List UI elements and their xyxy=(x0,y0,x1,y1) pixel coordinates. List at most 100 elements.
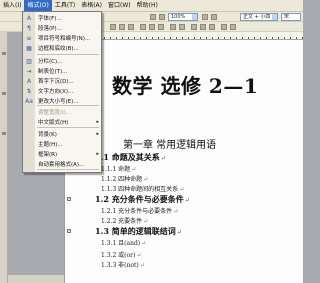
chevron-down-icon[interactable] xyxy=(272,14,277,20)
format-menu-item-label: 背景(K) xyxy=(38,132,57,138)
text-direction-icon: ⇅ xyxy=(26,87,32,95)
format-menu-item[interactable]: ≡ 项目符号和编号(N)... xyxy=(24,33,101,43)
toolbar-button[interactable] xyxy=(158,24,164,30)
toolbar-button[interactable] xyxy=(191,24,197,30)
borders-icon: ▦ xyxy=(26,44,32,52)
format-menu-item-label: 段落(P)... xyxy=(38,26,62,32)
font-value: 宋 xyxy=(284,14,290,20)
ruler-tick xyxy=(260,37,261,39)
toolbar-button[interactable] xyxy=(110,24,116,30)
format-menu-item-label: 文字方向(X)... xyxy=(38,89,74,95)
chevron-down-icon[interactable] xyxy=(192,14,197,20)
ruler-tick xyxy=(140,37,141,39)
menu-item[interactable]: 工具(T) xyxy=(52,0,78,12)
format-menu-item[interactable]: ⇥ 制表位(T)... xyxy=(24,66,101,76)
tabs-icon: ⇥ xyxy=(26,67,32,75)
menu-item[interactable]: 插入(I) xyxy=(0,0,24,12)
heading-text: 1.1 命题及其关系 xyxy=(95,152,160,162)
format-menu-item-label: 更改大小写(E)... xyxy=(38,99,79,105)
paragraph-mark-icon: ↵ xyxy=(184,197,190,204)
strip-marker xyxy=(2,132,6,135)
ruler-tick xyxy=(218,37,219,39)
ruler-tick xyxy=(200,37,201,39)
format-menu-item[interactable]: 自动套用格式(A)... xyxy=(24,159,101,169)
ruler-tick xyxy=(254,37,255,39)
toolbar-button[interactable] xyxy=(149,24,155,30)
chapter-heading: 第一章 常用逻辑用语 xyxy=(123,140,217,151)
ruler-tick xyxy=(146,37,147,39)
zoom-combo[interactable]: 100% xyxy=(168,13,198,21)
menu-item[interactable]: 表格(A) xyxy=(78,0,105,12)
format-menu-item-label: 主题(H)... xyxy=(38,142,63,148)
toolbar-button[interactable] xyxy=(179,24,185,30)
toolbar-button[interactable] xyxy=(128,24,134,30)
menu-separator xyxy=(37,54,99,55)
paragraph-mark-icon: ↵ xyxy=(141,240,147,247)
format-menu-item-label: 项目符号和编号(N)... xyxy=(38,36,91,42)
toolbar-button[interactable] xyxy=(211,14,217,20)
format-menu-item[interactable]: ¶ 段落(P)... xyxy=(24,23,101,33)
ruler-tick xyxy=(224,37,225,39)
style-combo[interactable]: 正文 + 小四 xyxy=(240,13,278,21)
toolbar-button[interactable] xyxy=(159,14,165,20)
ruler-tick xyxy=(122,37,123,39)
ruler-tick xyxy=(242,37,243,39)
subsection-heading: 1.2.2 充要条件↵ xyxy=(101,216,148,225)
outline-bullet-icon xyxy=(67,229,71,233)
menu-item[interactable]: 窗口(W) xyxy=(105,0,134,12)
toolbar-button[interactable] xyxy=(119,24,125,30)
format-menu-item-label: 调整宽度(I)... xyxy=(38,110,72,116)
toolbar-button[interactable] xyxy=(221,24,227,30)
strip-marker xyxy=(2,52,6,55)
ruler-tick xyxy=(182,37,183,39)
format-menu-item[interactable]: 背景(K) ▸ xyxy=(24,129,101,139)
toolbar-button[interactable] xyxy=(140,24,146,30)
status-area xyxy=(8,275,64,283)
format-menu-item-label: 分栏(C)... xyxy=(38,59,63,65)
heading-text: 1.2 充分条件与必要条件 xyxy=(95,194,184,204)
ruler-tick xyxy=(104,37,105,39)
ruler-tick xyxy=(230,37,231,39)
format-menu-item-label: 首字下沉(D)... xyxy=(38,79,74,85)
font-combo[interactable]: 宋 xyxy=(281,13,301,21)
ruler-tick xyxy=(272,37,273,39)
toolbar-button[interactable] xyxy=(230,24,236,30)
menu-separator xyxy=(37,127,99,128)
subsection-heading: 1.3.2 或(or)↵ xyxy=(101,250,141,259)
ruler-tick xyxy=(158,37,159,39)
toolbar-button[interactable] xyxy=(150,14,156,20)
format-menu-item-label: 边框和底纹(B)... xyxy=(38,46,79,52)
ruler-tick xyxy=(134,37,135,39)
format-menu-item[interactable]: 主题(H)... xyxy=(24,139,101,149)
format-menu-item[interactable]: Aa 更改大小写(E)... xyxy=(24,96,101,106)
ruler-tick xyxy=(110,37,111,39)
format-menu-item[interactable]: ▦ 边框和底纹(B)... xyxy=(24,43,101,53)
toolbar-button[interactable] xyxy=(200,24,206,30)
paragraph-icon: ¶ xyxy=(27,24,31,32)
toolbar-button[interactable] xyxy=(170,24,176,30)
toolbar-button[interactable] xyxy=(202,14,208,20)
format-menu-item[interactable]: ⇅ 文字方向(X)... xyxy=(24,86,101,96)
paragraph-mark-icon: ↵ xyxy=(143,176,149,183)
format-menu-item[interactable]: A 首字下沉(D)... xyxy=(24,76,101,86)
paragraph-mark-icon: ↵ xyxy=(173,208,179,215)
format-menu-item[interactable]: A 字体(F)... xyxy=(24,13,101,23)
subsection-heading: 1.1.1 命题↵ xyxy=(101,164,136,173)
menu-item[interactable]: 格式(O) xyxy=(24,0,52,12)
paragraph-mark-icon: ↵ xyxy=(136,252,142,259)
format-menu-item[interactable]: 调整宽度(I)... xyxy=(24,107,101,117)
word-window: 插入(I) 格式(O) 工具(T) 表格(A) 窗口(W) 帮助(H) 100% 正文 +… xyxy=(0,0,303,283)
toolbar-button[interactable] xyxy=(209,24,215,30)
format-menu-item[interactable]: 框架(R) ▸ xyxy=(24,149,101,159)
subsection-heading: 1.1.2 四种命题↵ xyxy=(101,174,148,183)
heading-text: 1.1.2 四种命题 xyxy=(101,176,143,183)
format-menu-item[interactable]: 中文版式(H) ▸ xyxy=(24,117,101,127)
submenu-arrow-icon: ▸ xyxy=(96,131,99,137)
format-menu-item[interactable]: ▥ 分栏(C)... xyxy=(24,56,101,66)
ruler-tick xyxy=(278,37,279,39)
menu-item[interactable]: 帮助(H) xyxy=(134,0,161,12)
heading-text: 1.3 简单的逻辑联结词 xyxy=(95,226,176,236)
heading-text: 1.3.2 或(or) xyxy=(101,252,136,259)
submenu-arrow-icon: ▸ xyxy=(96,119,99,125)
ruler-tick xyxy=(206,37,207,39)
